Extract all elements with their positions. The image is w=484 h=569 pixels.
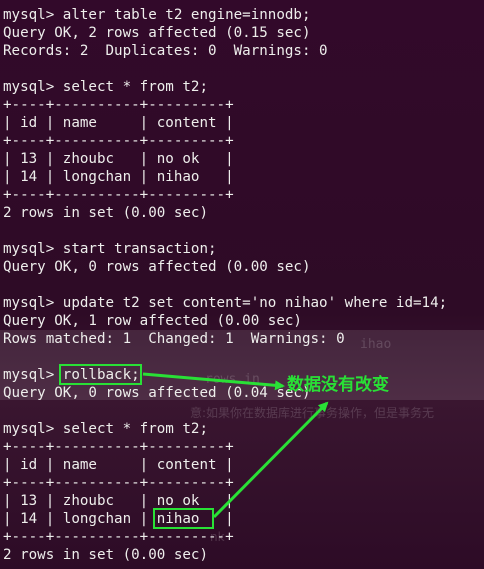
- terminal-window[interactable]: 意:如果你在数据库进行事务操作，但是事务无 ihao rows in nk my…: [0, 0, 484, 569]
- annotation-arrows: [142, 372, 329, 519]
- arrow-nihao-to-label: [212, 401, 329, 519]
- annotation-label: 数据没有改变: [287, 375, 389, 395]
- arrow-rollback-to-label: [142, 372, 285, 391]
